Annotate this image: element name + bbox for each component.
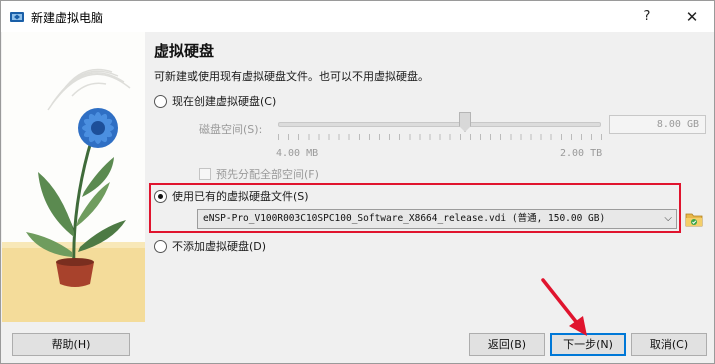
- disk-size-input[interactable]: 8.00 GB: [609, 115, 706, 134]
- help-button[interactable]: 帮助(H): [12, 333, 130, 356]
- page-description: 可新建或使用现有虚拟硬盘文件。也可以不用虚拟硬盘。: [154, 70, 429, 83]
- preallocate-checkbox[interactable]: [199, 168, 211, 180]
- chevron-down-icon[interactable]: ⌵: [664, 210, 672, 228]
- close-icon[interactable]: ✕: [681, 6, 703, 28]
- back-button[interactable]: 返回(B): [469, 333, 545, 356]
- radio-indicator[interactable]: [154, 189, 167, 203]
- radio-use-existing-disk[interactable]: 使用已有的虚拟硬盘文件(S): [154, 188, 309, 204]
- radio-label: 不添加虚拟硬盘(D): [172, 240, 267, 253]
- existing-disk-value: eNSP-Pro_V100R003C10SPC100_Software_X866…: [203, 213, 606, 224]
- disk-size-slider-track[interactable]: [278, 122, 601, 127]
- cancel-button[interactable]: 取消(C): [631, 333, 707, 356]
- help-icon[interactable]: ?: [637, 7, 657, 27]
- radio-label: 使用已有的虚拟硬盘文件(S): [172, 190, 309, 203]
- title-bar: 新建虚拟电脑 ? ✕: [1, 1, 714, 32]
- disk-size-slider-thumb[interactable]: [459, 112, 471, 132]
- existing-disk-select[interactable]: eNSP-Pro_V100R003C10SPC100_Software_X866…: [197, 209, 677, 229]
- disk-space-label: 磁盘空间(S):: [199, 123, 263, 136]
- preallocate-label: 预先分配全部空间(F): [216, 168, 319, 181]
- new-vm-dialog: 新建虚拟电脑 ? ✕ 虚拟硬盘 可新建或使用现有虚拟硬盘文件。也可以不用虚拟硬盘…: [0, 0, 715, 364]
- radio-indicator[interactable]: [154, 239, 167, 253]
- virtualbox-icon: [10, 12, 24, 22]
- radio-create-new-disk[interactable]: 现在创建虚拟硬盘(C): [154, 93, 276, 109]
- radio-indicator[interactable]: [154, 94, 167, 108]
- slider-max-label: 2.00 TB: [560, 148, 603, 159]
- radio-label: 现在创建虚拟硬盘(C): [172, 95, 277, 108]
- annotation-arrow-icon: [541, 278, 587, 336]
- preallocate-checkbox-row[interactable]: 预先分配全部空间(F): [199, 166, 319, 182]
- slider-min-label: 4.00 MB: [276, 148, 319, 159]
- page-title: 虚拟硬盘: [154, 42, 215, 60]
- wizard-illustration: [2, 32, 145, 322]
- radio-no-disk[interactable]: 不添加虚拟硬盘(D): [154, 238, 266, 254]
- slider-ticks: [278, 134, 602, 140]
- folder-browse-icon[interactable]: [685, 210, 703, 228]
- window-title: 新建虚拟电脑: [31, 11, 104, 25]
